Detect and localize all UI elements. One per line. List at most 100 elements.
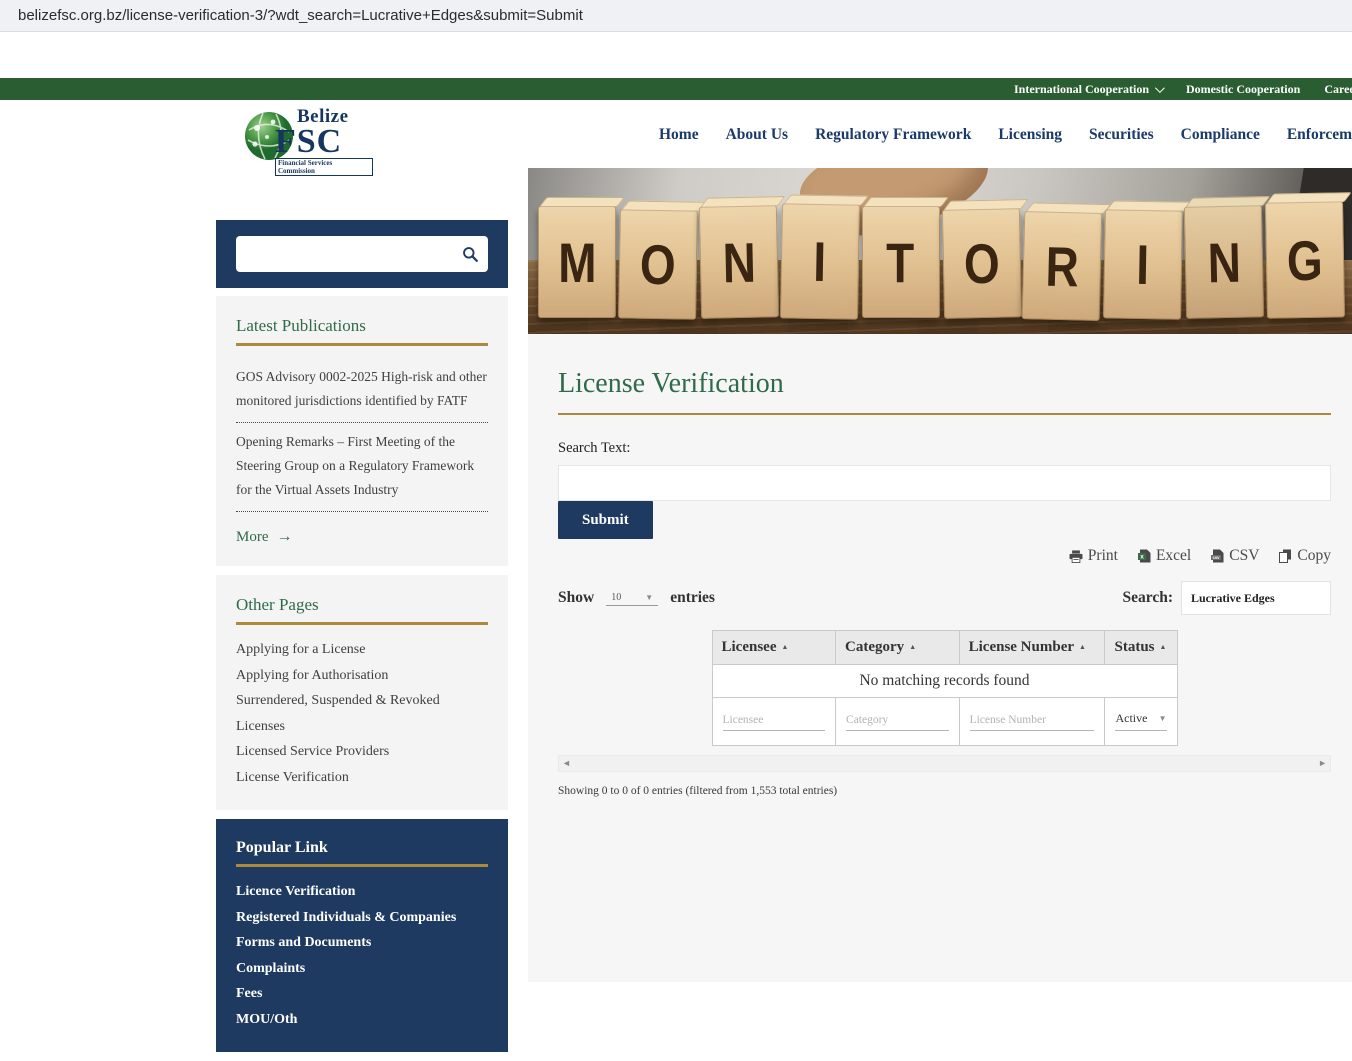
entries-summary: Showing 0 to 0 of 0 entries (filtered fr… — [558, 785, 1331, 797]
other-pages-title: Other Pages — [236, 595, 488, 625]
nav-item-about-us[interactable]: About Us — [726, 126, 788, 144]
sort-asc-icon: ▲ — [1079, 643, 1086, 651]
csv-button[interactable]: csv CSV — [1211, 547, 1259, 565]
logo-tagline: Financial Services Commission — [275, 158, 373, 176]
column-header-category[interactable]: Category▲ — [836, 631, 960, 665]
utility-bar: International Cooperation Domestic Coope… — [0, 78, 1352, 100]
svg-text:x: x — [1140, 554, 1144, 561]
excel-button[interactable]: x Excel — [1138, 547, 1191, 565]
column-header-status[interactable]: Status▲ — [1105, 631, 1177, 665]
sort-asc-icon: ▲ — [781, 643, 788, 651]
empty-results-message: No matching records found — [712, 665, 1177, 698]
filter-status-select[interactable]: Active ▼ — [1115, 711, 1166, 731]
fsc-logo[interactable]: Belize FSC Financial Services Commission — [243, 106, 373, 164]
wooden-block: O — [618, 209, 698, 319]
latest-publications-title: Latest Publications — [236, 316, 488, 346]
filter-licensee-input[interactable] — [723, 714, 826, 731]
table-search-label: Search: — [1122, 589, 1173, 607]
site-header: Belize FSC Financial Services Commission… — [0, 100, 1352, 170]
wooden-block: O — [941, 208, 1021, 319]
wooden-block: G — [1265, 201, 1345, 318]
logo-fsc-text: FSC — [275, 128, 373, 156]
nav-item-home[interactable]: Home — [659, 126, 699, 144]
publication-item[interactable]: GOS Advisory 0002-2025 High-risk and oth… — [236, 358, 488, 423]
nav-item-compliance[interactable]: Compliance — [1181, 126, 1260, 144]
main-navigation: Home About Us Regulatory Framework Licen… — [659, 100, 1352, 170]
other-page-license-verification[interactable]: License Verification — [236, 765, 488, 791]
search-icon — [462, 246, 479, 263]
export-toolbar: Print x Excel csv CSV — [558, 547, 1331, 565]
excel-icon: x — [1138, 549, 1151, 563]
wooden-block: N — [1184, 205, 1264, 319]
wooden-block: I — [780, 203, 860, 319]
monitoring-banner-image: M O N I T O R I N G — [528, 168, 1352, 334]
latest-publications-panel: Latest Publications GOS Advisory 0002-20… — [216, 296, 508, 566]
popular-link-title: Popular Link — [236, 839, 488, 867]
show-entries-control: Show 10 ▼ entries — [558, 589, 715, 607]
empty-results-row: No matching records found — [712, 665, 1177, 698]
other-pages-panel: Other Pages Applying for a License Apply… — [216, 575, 508, 810]
horizontal-scrollbar[interactable]: ◄ ► — [558, 755, 1331, 772]
table-search-control: Search: — [1122, 581, 1331, 615]
filter-row: Active ▼ — [712, 698, 1177, 746]
popular-link-registered-individuals[interactable]: Registered Individuals & Companies — [236, 905, 488, 931]
table-controls: Show 10 ▼ entries Search: — [558, 581, 1331, 615]
right-arrow-icon: → — [277, 528, 293, 546]
scroll-left-icon[interactable]: ◄ — [562, 759, 571, 768]
column-header-license-number[interactable]: License Number▲ — [959, 631, 1105, 665]
sidebar-search-button[interactable] — [452, 236, 488, 272]
nav-item-enforcement[interactable]: Enforcement — [1287, 126, 1352, 144]
popular-link-panel: Popular Link Licence Verification Regist… — [216, 819, 508, 1052]
popular-link-complaints[interactable]: Complaints — [236, 956, 488, 982]
svg-text:csv: csv — [1213, 555, 1221, 560]
copy-icon — [1279, 549, 1292, 563]
filter-license-number-input[interactable] — [970, 714, 1095, 731]
popular-link-licence-verification[interactable]: Licence Verification — [236, 879, 488, 905]
topbar-item-international-cooperation[interactable]: International Cooperation — [1014, 82, 1162, 97]
submit-button[interactable]: Submit — [558, 501, 653, 539]
topbar-item-career[interactable]: Career — [1324, 82, 1352, 97]
sort-asc-icon: ▲ — [909, 643, 916, 651]
page-title: License Verification — [558, 368, 1331, 400]
sidebar: Latest Publications GOS Advisory 0002-20… — [216, 220, 508, 1061]
wooden-block: N — [699, 205, 779, 319]
popular-link-partial-item[interactable]: MOU/Oth — [236, 1007, 488, 1033]
copy-button[interactable]: Copy — [1279, 547, 1331, 565]
url-text[interactable]: belizefsc.org.bz/license-verification-3/… — [18, 7, 583, 24]
print-button[interactable]: Print — [1069, 547, 1118, 565]
nav-item-securities[interactable]: Securities — [1089, 126, 1154, 144]
monitoring-word-blocks: M O N I T O R I N G — [538, 202, 1344, 318]
gold-divider — [558, 413, 1331, 415]
wooden-block: M — [538, 206, 616, 318]
sidebar-search-panel — [216, 220, 508, 288]
main-content: M O N I T O R I N G License Verification… — [528, 168, 1352, 982]
csv-icon: csv — [1211, 549, 1224, 563]
nav-item-licensing[interactable]: Licensing — [998, 126, 1062, 144]
search-text-label: Search Text: — [558, 440, 1331, 457]
table-search-input[interactable] — [1181, 581, 1331, 615]
filter-category-input[interactable] — [846, 714, 949, 731]
other-page-applying-for-a-license[interactable]: Applying for a License — [236, 637, 488, 663]
scroll-right-icon[interactable]: ► — [1318, 759, 1327, 768]
print-icon — [1069, 550, 1083, 563]
nav-item-regulatory-framework[interactable]: Regulatory Framework — [815, 126, 971, 144]
publication-item[interactable]: Opening Remarks – First Meeting of the S… — [236, 423, 488, 512]
wooden-block: T — [862, 206, 940, 318]
column-header-licensee[interactable]: Licensee▲ — [712, 631, 836, 665]
page-size-select[interactable]: 10 ▼ — [606, 590, 658, 606]
table-header-row: Licensee▲ Category▲ License Number▲ Stat… — [712, 631, 1177, 665]
more-link[interactable]: More → — [236, 528, 293, 546]
other-page-applying-for-authorisation[interactable]: Applying for Authorisation — [236, 663, 488, 689]
wooden-block: R — [1022, 211, 1103, 321]
sidebar-search-input[interactable] — [236, 239, 452, 269]
chevron-down-icon — [1155, 83, 1165, 93]
popular-link-fees[interactable]: Fees — [236, 981, 488, 1007]
other-page-licensed-service-providers[interactable]: Licensed Service Providers — [236, 739, 488, 765]
license-search-input[interactable] — [558, 465, 1331, 501]
browser-url-bar[interactable]: belizefsc.org.bz/license-verification-3/… — [0, 0, 1352, 32]
other-page-surrendered-suspended-revoked[interactable]: Surrendered, Suspended & Revoked License… — [236, 688, 488, 739]
popular-link-forms-and-documents[interactable]: Forms and Documents — [236, 930, 488, 956]
sort-asc-icon: ▲ — [1160, 643, 1167, 651]
topbar-item-domestic-cooperation[interactable]: Domestic Cooperation — [1186, 82, 1300, 97]
chevron-down-icon: ▼ — [645, 593, 653, 602]
